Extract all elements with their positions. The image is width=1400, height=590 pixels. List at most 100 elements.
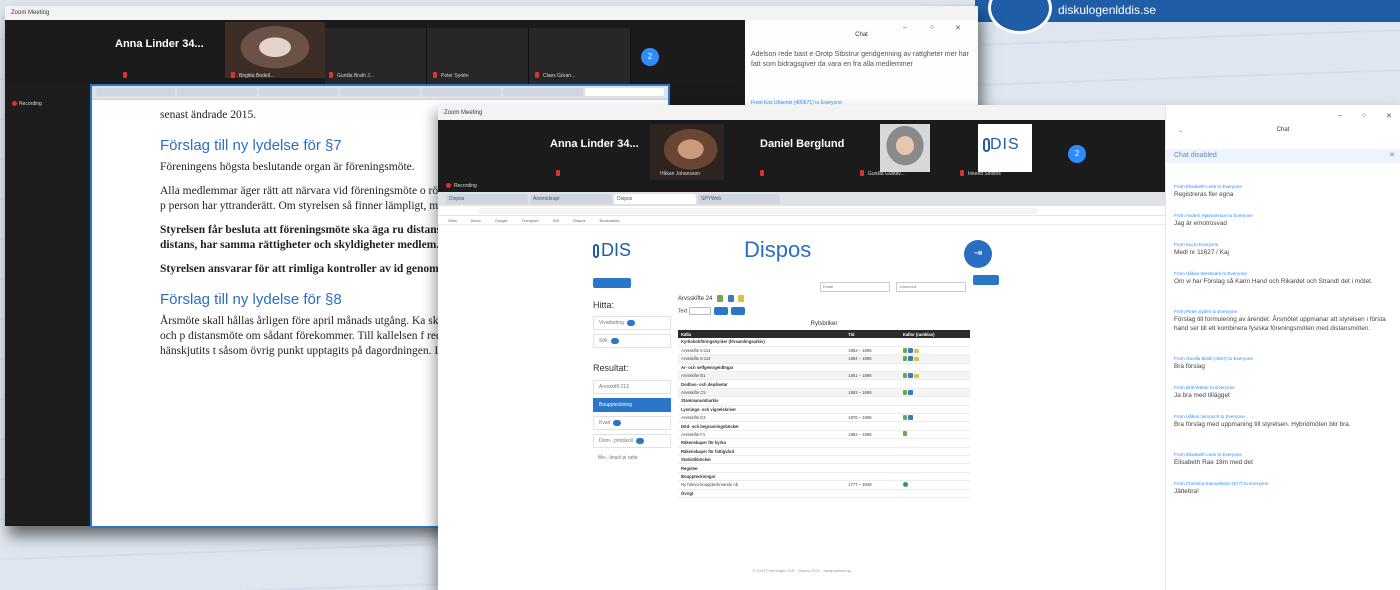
link-icon[interactable] (902, 481, 908, 487)
image-icon[interactable] (907, 389, 913, 395)
bookmark-item[interactable]: Bookmarks (599, 216, 619, 224)
resultat-row[interactable]: Dom-, protokoll (593, 434, 671, 448)
table-row[interactable]: Arvsskifte B1 1861 – 1896 (678, 371, 970, 381)
resultat-row[interactable]: Mo-, tinasl pi ratte (593, 452, 671, 466)
login-button[interactable] (972, 275, 999, 285)
folder-icon[interactable] (738, 295, 745, 302)
chat-message-sender[interactable]: From Håkan Westmark to Everyone (1174, 270, 1394, 277)
book-icon[interactable] (902, 347, 907, 353)
minimize-icon[interactable]: – (903, 24, 907, 31)
table-row[interactable]: Arvsskifte 8:114 1884 – 1896 (678, 354, 970, 364)
table-row[interactable]: Arvsskifte F1 1883 – 1896 (678, 430, 970, 440)
folder-icon[interactable] (913, 373, 919, 378)
book-icon[interactable] (902, 372, 907, 378)
table-cell (845, 455, 900, 465)
dismiss-icon[interactable]: ✕ (1389, 149, 1395, 163)
image-icon[interactable] (907, 347, 913, 353)
count-badge (626, 319, 635, 326)
table-row[interactable]: Arvsskifte E3 1876 – 1895 (678, 413, 970, 423)
table-cell (845, 438, 900, 448)
chat-message-sender[interactable]: From Gunilla Brath (4067) to Everyone (1174, 355, 1394, 362)
table-row[interactable]: Ny hlärva-bouppteckmande nb 1777 – 1849 (678, 480, 970, 490)
browser-tab[interactable] (258, 88, 339, 96)
book-icon[interactable] (717, 295, 724, 302)
book-icon[interactable] (902, 414, 907, 420)
browser-tab[interactable] (421, 88, 502, 96)
hitta-row[interactable]: Vivarbeting (593, 316, 671, 330)
table-row[interactable]: Arvsskifte 8:114 1883 – 1896 (678, 346, 970, 356)
table-row[interactable]: Arvsskifte C5 1863 – 1896 (678, 388, 970, 398)
table-cell (899, 354, 970, 364)
hitta-row[interactable]: Sök (593, 334, 671, 348)
book-icon[interactable] (902, 389, 907, 395)
table-cell: Arvsskifte 8:114 (678, 354, 846, 364)
image-icon[interactable] (907, 414, 913, 420)
browser-tab[interactable] (503, 88, 583, 96)
bookmark-item[interactable]: Inbox (471, 216, 481, 224)
resultat-row[interactable]: Arvsskiftl 213 (593, 380, 671, 394)
minimize-icon[interactable]: – (1338, 112, 1342, 119)
more-participants-button[interactable]: 2 (1068, 145, 1086, 163)
image-icon[interactable] (727, 295, 734, 302)
chat-message-sender[interactable]: From Peter Sydén to Everyone (1174, 308, 1394, 315)
table-cell: Räkenskaper för fattigvård (678, 447, 846, 456)
back-participant-name-2: Birgitta Bodell... (239, 73, 275, 79)
email-field[interactable]: Email (820, 282, 890, 292)
browser-tab[interactable]: Anomidirapr (530, 194, 612, 204)
more-participants-button[interactable]: 2 (641, 48, 659, 66)
browser-tab-active[interactable]: Dispos (614, 194, 696, 204)
site-logo[interactable]: DIS (593, 240, 631, 261)
search-button[interactable] (713, 307, 728, 315)
table-cell (899, 363, 970, 373)
folder-icon[interactable] (913, 356, 919, 361)
browser-tab[interactable] (96, 88, 176, 96)
chat-message-sender[interactable]: From Håkan Jeronsch to Everyone (1174, 413, 1394, 420)
table-top-label: Arvsskifte 24 (678, 296, 713, 303)
menu-button[interactable] (593, 278, 631, 288)
resultat-row[interactable]: Kvarl (593, 416, 671, 430)
dis-logo-tile[interactable]: DIS (978, 124, 1032, 172)
chat-message-sender[interactable]: From Kaj to Everyone (1174, 241, 1394, 248)
resultat-row-selected[interactable]: Bouppteckning (593, 398, 671, 412)
browser-tab[interactable]: SPYWeb (698, 194, 780, 204)
bookmark-item[interactable]: DIS (553, 216, 560, 224)
bookmark-item[interactable]: Sites (448, 216, 457, 224)
book-icon[interactable] (902, 431, 907, 437)
browser-tab-active[interactable] (584, 88, 664, 96)
browser-tab[interactable] (340, 88, 420, 96)
reset-button[interactable] (731, 307, 746, 315)
book-icon[interactable] (902, 355, 907, 361)
close-icon[interactable]: ✕ (955, 24, 961, 32)
address-bar[interactable] (438, 206, 1165, 216)
search-input[interactable] (688, 307, 711, 315)
table-cell: Bouppteckningar (678, 472, 846, 482)
table-cell: 1861 – 1896 (845, 371, 900, 381)
image-icon[interactable] (907, 355, 913, 361)
table-body: Kyrkobokföringsbyråer (församlingsarkiv)… (678, 338, 970, 498)
browser-tab[interactable]: Dispos (446, 194, 528, 204)
participant-video[interactable] (225, 22, 325, 78)
chat-message-text: Elisabeth Rae 18m med det (1174, 459, 1253, 466)
chat-message-sender[interactable]: From Elisabeth Leek to Everyone (1174, 451, 1394, 458)
table-cell (845, 489, 900, 498)
url-field[interactable] (478, 208, 1038, 214)
table-cell (845, 447, 900, 456)
search-label: Text (678, 308, 688, 315)
bookmark-item[interactable]: Google (495, 216, 508, 224)
bookmark-item[interactable]: Transport (522, 216, 539, 224)
login-icon[interactable]: ⇥ (964, 240, 992, 268)
bookmark-item[interactable]: Dispos (573, 216, 585, 224)
browser-tab[interactable] (177, 88, 257, 96)
image-icon[interactable] (907, 372, 913, 378)
popout-icon[interactable]: ○ (930, 24, 934, 31)
close-icon[interactable]: ✕ (1386, 112, 1392, 120)
chat-message-sender[interactable]: From Britt Weber to Everyone (1174, 384, 1394, 391)
chat-message-sender[interactable]: From Anders Hjalmarsson to Everyone (1174, 212, 1394, 219)
popout-icon[interactable]: ○ (1362, 112, 1366, 119)
chat-message-sender[interactable]: From Christina Samuelsson (677) to Every… (1174, 480, 1394, 487)
password-field[interactable]: Lösenord (896, 282, 967, 292)
chat-message-text: Registreras fler egna (1174, 191, 1234, 198)
chat-message-sender[interactable]: From Elisabeth Leek to Everyone (1174, 183, 1394, 190)
participant-video[interactable] (880, 124, 930, 172)
folder-icon[interactable] (913, 348, 919, 353)
